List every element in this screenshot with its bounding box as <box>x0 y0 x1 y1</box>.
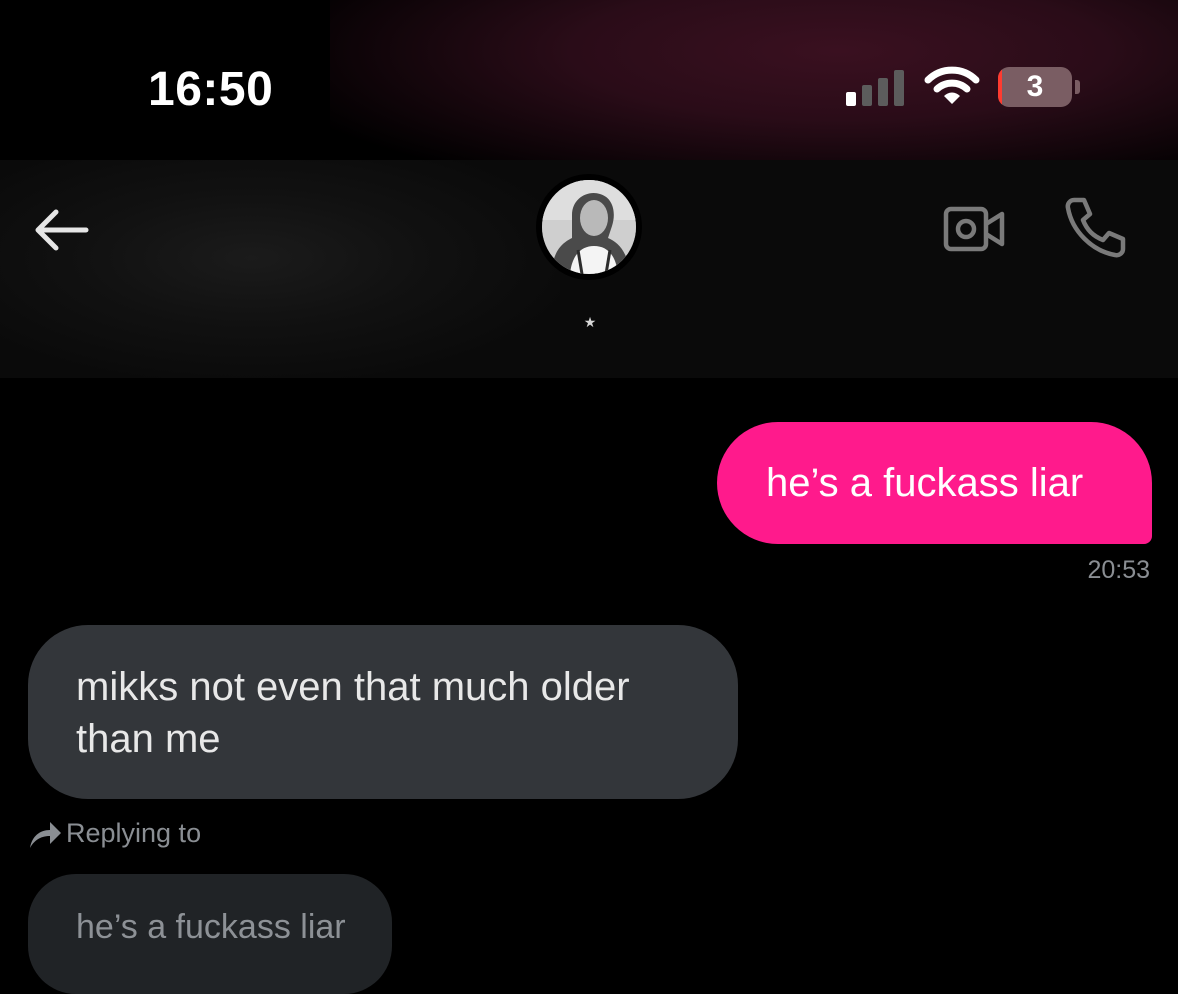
wifi-icon <box>924 66 980 104</box>
conversation-header: ★ <box>0 160 1178 378</box>
video-call-button[interactable] <box>942 204 1008 254</box>
battery-cap <box>1075 80 1080 94</box>
avatar-photo <box>542 180 636 274</box>
battery-icon: 3 <box>998 67 1084 107</box>
received-message-bubble[interactable]: mikks not even that much older than me <box>28 625 738 799</box>
contact-avatar-button[interactable] <box>536 174 642 280</box>
arrow-left-icon <box>35 209 89 251</box>
sent-message-bubble[interactable]: he’s a fuckass liar <box>717 422 1152 544</box>
message-line: than me <box>76 717 221 761</box>
cellular-signal-icon <box>846 70 904 106</box>
phone-icon <box>1065 197 1126 258</box>
video-camera-icon <box>943 206 1005 252</box>
contact-name[interactable]: ★ <box>570 314 610 331</box>
message-line: mikks not even that much older <box>76 665 630 709</box>
status-time: 16:50 <box>148 63 274 116</box>
back-button[interactable] <box>28 202 92 258</box>
status-bar: 16:50 3 <box>0 0 1178 170</box>
reply-label: Replying to <box>66 818 202 848</box>
reply-arrow-icon <box>30 822 61 848</box>
avatar <box>542 180 636 274</box>
header-shade <box>0 160 560 378</box>
battery-percentage: 3 <box>1026 70 1044 103</box>
battery-body: 3 <box>998 67 1072 107</box>
quoted-message-bubble[interactable]: he’s a fuckass liar <box>28 874 392 994</box>
voice-call-button[interactable] <box>1062 194 1128 260</box>
message-timestamp: 20:53 <box>1087 556 1150 584</box>
